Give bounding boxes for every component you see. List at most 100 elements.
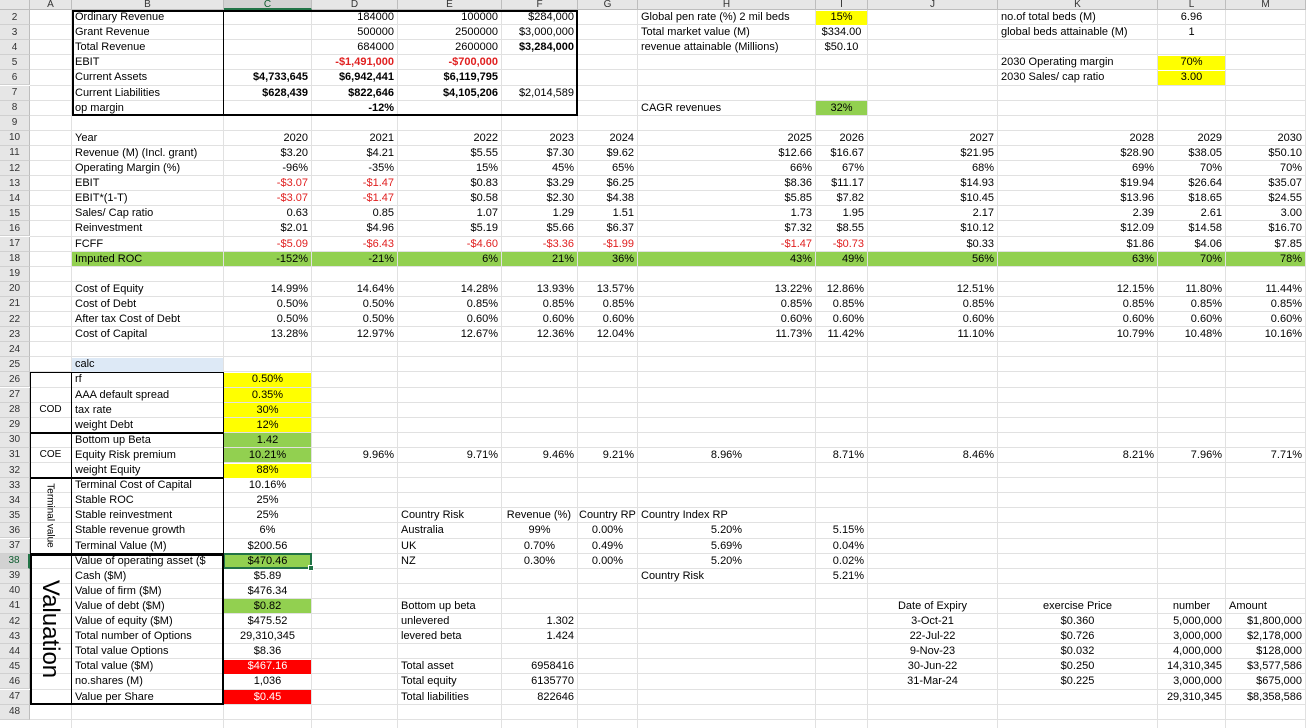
metric-value[interactable]: $4.21 xyxy=(312,146,397,160)
cell-c7[interactable]: $628,439 xyxy=(224,86,311,100)
metric-value[interactable]: $8.55 xyxy=(816,222,867,236)
metric-value[interactable]: $13.96 xyxy=(998,192,1157,206)
cost-value[interactable]: 10.48% xyxy=(1158,328,1225,342)
metric-value[interactable]: 6% xyxy=(398,252,501,267)
top-label[interactable]: Total Revenue xyxy=(72,41,223,55)
calc-value[interactable]: $475.52 xyxy=(224,615,311,629)
erp-value[interactable]: 9.46% xyxy=(502,448,577,462)
cell-d4[interactable]: 684000 xyxy=(312,41,397,55)
country-weighted[interactable]: 0.04% xyxy=(816,539,867,553)
row-header-19[interactable]: 19 xyxy=(0,266,30,282)
metric-value[interactable]: $4.38 xyxy=(578,192,637,206)
cell-h4[interactable]: revenue attainable (Millions) xyxy=(638,41,815,55)
calc-label[interactable]: Terminal Cost of Capital xyxy=(72,479,223,493)
calc-label[interactable]: tax rate xyxy=(72,403,223,417)
row-header-9[interactable]: 9 xyxy=(0,115,30,131)
metric-value[interactable]: $16.70 xyxy=(1226,222,1305,236)
metric-value[interactable]: $10.45 xyxy=(868,192,997,206)
row-header-35[interactable]: 35 xyxy=(0,508,30,524)
metric-value[interactable]: $7.82 xyxy=(816,192,867,206)
metric-value[interactable]: -$6.43 xyxy=(312,237,397,251)
cost-value[interactable]: 0.50% xyxy=(224,297,311,311)
cost-value[interactable]: 0.85% xyxy=(638,297,815,311)
metric-value[interactable]: $5.19 xyxy=(398,222,501,236)
row-header-4[interactable]: 4 xyxy=(0,40,30,56)
country-rp[interactable]: 0.00% xyxy=(578,524,637,538)
metric-value[interactable]: 66% xyxy=(638,162,815,176)
beta-label[interactable]: levered beta xyxy=(398,630,501,644)
cost-value[interactable]: 0.60% xyxy=(1226,313,1305,327)
metric-value[interactable]: 21% xyxy=(502,252,577,267)
metric-value[interactable]: 1.95 xyxy=(816,207,867,221)
cell-i8[interactable]: 32% xyxy=(816,101,867,116)
cell-k3[interactable]: global beds attainable (M) xyxy=(998,26,1157,40)
row-header-17[interactable]: 17 xyxy=(0,236,30,252)
metric-value[interactable]: $2.01 xyxy=(224,222,311,236)
cell-d2[interactable]: 184000 xyxy=(312,11,397,25)
column-header-a[interactable]: A xyxy=(30,0,72,10)
metric-value[interactable]: -$1.47 xyxy=(638,237,815,251)
metric-value[interactable]: 70% xyxy=(1226,162,1305,176)
cost-value[interactable]: 0.85% xyxy=(1158,297,1225,311)
cell-k5[interactable]: 2030 Operating margin xyxy=(998,56,1157,70)
metric-value[interactable]: $21.95 xyxy=(868,146,997,160)
cell-d7[interactable]: $822,646 xyxy=(312,86,397,100)
calc-value[interactable]: $200.56 xyxy=(224,539,311,553)
row-header-29[interactable]: 29 xyxy=(0,417,30,433)
cell-f4[interactable]: $3,284,000 xyxy=(502,41,577,55)
row-header-11[interactable]: 11 xyxy=(0,145,30,161)
options-header[interactable]: exercise Price xyxy=(998,599,1157,613)
metric-value[interactable]: 1.07 xyxy=(398,207,501,221)
option-expiry[interactable]: 22-Jul-22 xyxy=(868,630,997,644)
metric-label[interactable]: EBIT*(1-T) xyxy=(72,192,223,206)
cost-value[interactable]: 0.85% xyxy=(868,297,997,311)
year-col[interactable]: 2024 xyxy=(578,131,637,145)
country-header[interactable]: Country Index RP xyxy=(638,509,815,523)
cost-value[interactable]: 11.10% xyxy=(868,328,997,342)
cell-e4[interactable]: 2600000 xyxy=(398,41,501,55)
row-header-37[interactable]: 37 xyxy=(0,538,30,554)
metric-value[interactable]: $3.20 xyxy=(224,146,311,160)
cell-l5[interactable]: 70% xyxy=(1158,55,1225,70)
cost-value[interactable]: 12.67% xyxy=(398,328,501,342)
metric-value[interactable]: 3.00 xyxy=(1226,207,1305,221)
beta-title[interactable]: Bottom up beta xyxy=(398,599,501,613)
row-header-28[interactable]: 28 xyxy=(0,402,30,418)
calc-label[interactable]: weight Equity xyxy=(72,464,223,478)
cost-value[interactable]: 0.60% xyxy=(1158,313,1225,327)
metric-value[interactable]: -$3.36 xyxy=(502,237,577,251)
cell-e5[interactable]: -$700,000 xyxy=(398,56,501,70)
row-header-15[interactable]: 15 xyxy=(0,206,30,222)
cell-h2[interactable]: Global pen rate (%) 2 mil beds xyxy=(638,11,815,25)
metric-value[interactable]: -$1.99 xyxy=(578,237,637,251)
cell-f3[interactable]: $3,000,000 xyxy=(502,26,577,40)
year-header[interactable]: Year xyxy=(72,131,223,145)
erp-value[interactable]: 8.96% xyxy=(638,448,815,462)
calc-label[interactable]: Total number of Options xyxy=(72,630,223,644)
spreadsheet-grid[interactable]: ABCDEFGHIJKLM 2 3 4 5 6 7 8 9 10 11 12 13 14 15 16 17 18… xyxy=(0,0,1306,728)
calc-label[interactable]: Value of firm ($M) xyxy=(72,584,223,598)
calc-value[interactable]: 1,036 xyxy=(224,675,311,689)
metric-value[interactable]: $14.93 xyxy=(868,177,997,191)
totals-label[interactable]: Total equity xyxy=(398,675,501,689)
country-rev[interactable]: 99% xyxy=(502,524,577,538)
row-header-22[interactable]: 22 xyxy=(0,312,30,328)
metric-label[interactable]: Reinvestment xyxy=(72,222,223,236)
metric-value[interactable]: $26.64 xyxy=(1158,177,1225,191)
calc-value[interactable]: 0.50% xyxy=(224,372,311,387)
country-rev[interactable]: 0.70% xyxy=(502,539,577,553)
calc-value[interactable]: 25% xyxy=(224,509,311,523)
cell-l6[interactable]: 3.00 xyxy=(1158,70,1225,85)
cost-value[interactable]: 13.28% xyxy=(224,328,311,342)
calc-label[interactable]: Value per Share xyxy=(72,690,223,704)
cost-value[interactable]: 12.97% xyxy=(312,328,397,342)
cell-i3[interactable]: $334.00 xyxy=(816,26,867,40)
cost-value[interactable]: 0.60% xyxy=(638,313,815,327)
cost-label[interactable]: After tax Cost of Debt xyxy=(72,313,223,327)
column-header-i[interactable]: I xyxy=(816,0,868,10)
metric-label[interactable]: FCFF xyxy=(72,237,223,251)
cell-e7[interactable]: $4,105,206 xyxy=(398,86,501,100)
cost-value[interactable]: 0.60% xyxy=(578,313,637,327)
calc-label[interactable]: Stable ROC xyxy=(72,494,223,508)
column-header-l[interactable]: L xyxy=(1158,0,1226,10)
